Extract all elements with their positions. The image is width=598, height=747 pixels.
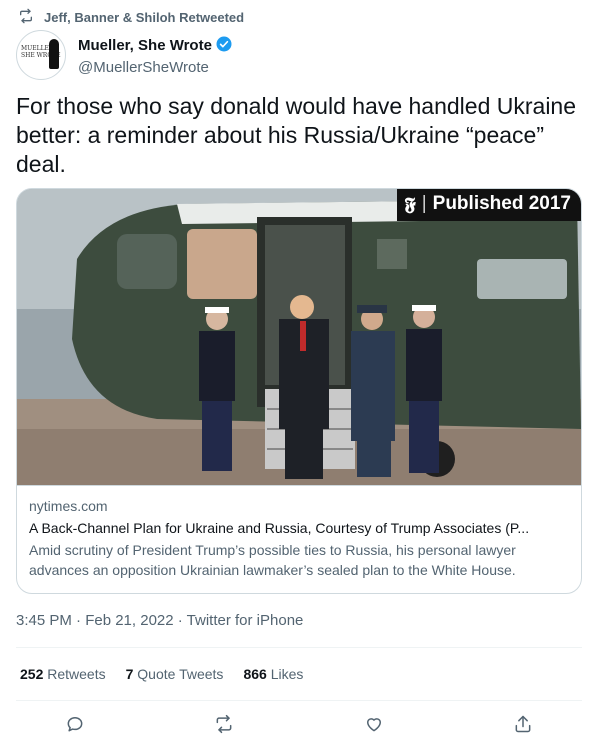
quote-tweets-label: Quote Tweets	[137, 666, 224, 682]
likes-label: Likes	[270, 666, 304, 682]
published-badge: 𝕱 | Published 2017	[396, 189, 581, 221]
tweet-actions	[0, 710, 598, 738]
share-icon	[515, 715, 531, 733]
card-description: Amid scrutiny of President Trump’s possi…	[29, 542, 516, 578]
retweet-button[interactable]	[206, 710, 242, 738]
quote-tweets-count: 7	[125, 666, 134, 682]
retweet-indicator[interactable]: Jeff, Banner & Shiloh Retweeted	[18, 8, 244, 27]
author-handle[interactable]: @MuellerSheWrote	[78, 59, 233, 76]
share-button[interactable]	[505, 710, 541, 738]
tweet-text: For those who say donald would have hand…	[16, 93, 577, 177]
nytimes-logo: 𝕱	[404, 193, 416, 215]
engagement-stats: 252 Retweets 7 Quote Tweets 866 Likes	[20, 666, 303, 682]
reply-icon	[67, 717, 83, 732]
avatar[interactable]: MUELLER SHE WROTE	[16, 30, 66, 80]
retweet-icon	[216, 714, 232, 734]
card-image[interactable]: 𝕱 | Published 2017	[17, 189, 581, 485]
card-title: A Back-Channel Plan for Ukraine and Russ…	[29, 520, 530, 536]
retweet-indicator-text: Jeff, Banner & Shiloh Retweeted	[44, 10, 245, 25]
tweet-author: MUELLER SHE WROTE Mueller, She Wrote @Mu…	[16, 30, 233, 80]
retweet-icon	[18, 8, 34, 27]
reply-button[interactable]	[57, 710, 93, 738]
quote-tweets-stat[interactable]: 7 Quote Tweets	[126, 666, 224, 682]
link-card[interactable]: 𝕱 | Published 2017 nytimes.com A Back-Ch…	[16, 188, 582, 594]
retweets-stat[interactable]: 252 Retweets	[20, 666, 106, 682]
divider	[16, 700, 582, 701]
badge-separator: |	[421, 193, 427, 214]
like-button[interactable]	[356, 710, 392, 738]
retweets-count: 252	[20, 666, 44, 682]
verified-icon	[215, 35, 233, 57]
card-photo	[17, 189, 581, 485]
card-domain: nytimes.com	[29, 498, 108, 514]
tweet-timestamp[interactable]: 3:45 PM · Feb 21, 2022 · Twitter for iPh…	[16, 612, 303, 629]
retweets-label: Retweets	[47, 666, 106, 682]
author-names: Mueller, She Wrote @MuellerSheWrote	[78, 35, 233, 76]
likes-stat[interactable]: 866 Likes	[243, 666, 303, 682]
published-badge-text: Published 2017	[432, 193, 571, 214]
card-body[interactable]: nytimes.com A Back-Channel Plan for Ukra…	[17, 485, 581, 590]
author-display-name[interactable]: Mueller, She Wrote	[78, 37, 212, 54]
avatar-silhouette	[49, 39, 59, 69]
author-display-name-row[interactable]: Mueller, She Wrote	[78, 35, 233, 57]
divider	[16, 647, 582, 648]
like-icon	[366, 718, 381, 732]
likes-count: 866	[243, 666, 267, 682]
